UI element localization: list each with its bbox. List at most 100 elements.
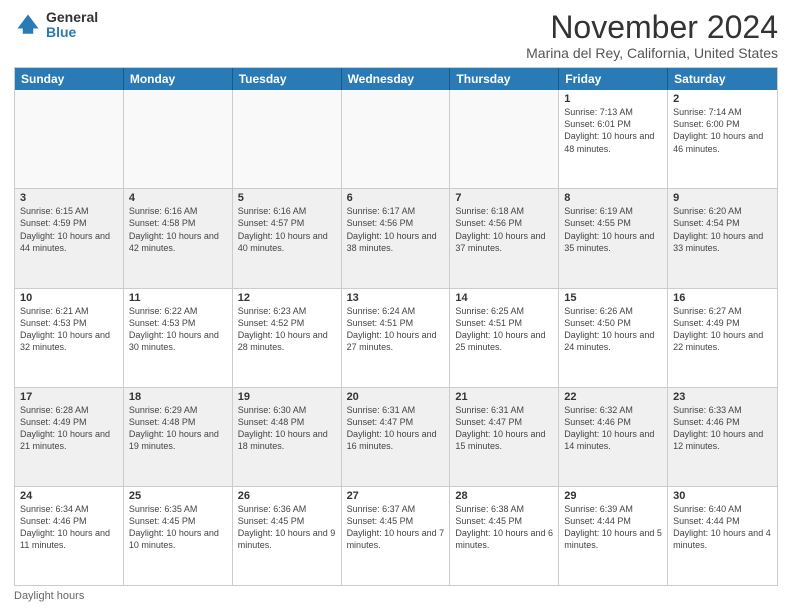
- cal-header-sunday: Sunday: [15, 68, 124, 90]
- day-number: 26: [238, 490, 336, 502]
- day-number: 7: [455, 192, 553, 204]
- day-info: Sunrise: 6:25 AM Sunset: 4:51 PM Dayligh…: [455, 305, 553, 354]
- cal-cell-day-8: 8Sunrise: 6:19 AM Sunset: 4:55 PM Daylig…: [559, 189, 668, 287]
- day-info: Sunrise: 6:20 AM Sunset: 4:54 PM Dayligh…: [673, 205, 772, 254]
- day-info: Sunrise: 7:13 AM Sunset: 6:01 PM Dayligh…: [564, 106, 662, 155]
- cal-cell-day-26: 26Sunrise: 6:36 AM Sunset: 4:45 PM Dayli…: [233, 487, 342, 585]
- day-info: Sunrise: 6:36 AM Sunset: 4:45 PM Dayligh…: [238, 503, 336, 552]
- day-number: 14: [455, 292, 553, 304]
- day-info: Sunrise: 6:29 AM Sunset: 4:48 PM Dayligh…: [129, 404, 227, 453]
- cal-cell-day-16: 16Sunrise: 6:27 AM Sunset: 4:49 PM Dayli…: [668, 289, 777, 387]
- day-number: 4: [129, 192, 227, 204]
- day-info: Sunrise: 6:15 AM Sunset: 4:59 PM Dayligh…: [20, 205, 118, 254]
- cal-cell-day-28: 28Sunrise: 6:38 AM Sunset: 4:45 PM Dayli…: [450, 487, 559, 585]
- day-info: Sunrise: 6:40 AM Sunset: 4:44 PM Dayligh…: [673, 503, 772, 552]
- day-number: 12: [238, 292, 336, 304]
- day-number: 22: [564, 391, 662, 403]
- cal-cell-day-5: 5Sunrise: 6:16 AM Sunset: 4:57 PM Daylig…: [233, 189, 342, 287]
- day-info: Sunrise: 6:21 AM Sunset: 4:53 PM Dayligh…: [20, 305, 118, 354]
- cal-cell-empty: [124, 90, 233, 188]
- cal-cell-day-6: 6Sunrise: 6:17 AM Sunset: 4:56 PM Daylig…: [342, 189, 451, 287]
- day-info: Sunrise: 6:31 AM Sunset: 4:47 PM Dayligh…: [347, 404, 445, 453]
- title-block: November 2024 Marina del Rey, California…: [526, 10, 778, 61]
- cal-cell-day-4: 4Sunrise: 6:16 AM Sunset: 4:58 PM Daylig…: [124, 189, 233, 287]
- cal-cell-day-29: 29Sunrise: 6:39 AM Sunset: 4:44 PM Dayli…: [559, 487, 668, 585]
- day-info: Sunrise: 6:19 AM Sunset: 4:55 PM Dayligh…: [564, 205, 662, 254]
- cal-cell-day-14: 14Sunrise: 6:25 AM Sunset: 4:51 PM Dayli…: [450, 289, 559, 387]
- cal-cell-day-24: 24Sunrise: 6:34 AM Sunset: 4:46 PM Dayli…: [15, 487, 124, 585]
- cal-cell-day-13: 13Sunrise: 6:24 AM Sunset: 4:51 PM Dayli…: [342, 289, 451, 387]
- cal-cell-day-15: 15Sunrise: 6:26 AM Sunset: 4:50 PM Dayli…: [559, 289, 668, 387]
- cal-cell-day-3: 3Sunrise: 6:15 AM Sunset: 4:59 PM Daylig…: [15, 189, 124, 287]
- cal-row-2: 3Sunrise: 6:15 AM Sunset: 4:59 PM Daylig…: [15, 189, 777, 288]
- day-number: 21: [455, 391, 553, 403]
- calendar-header: SundayMondayTuesdayWednesdayThursdayFrid…: [15, 68, 777, 90]
- cal-row-4: 17Sunrise: 6:28 AM Sunset: 4:49 PM Dayli…: [15, 388, 777, 487]
- cal-cell-day-25: 25Sunrise: 6:35 AM Sunset: 4:45 PM Dayli…: [124, 487, 233, 585]
- day-number: 1: [564, 93, 662, 105]
- month-title: November 2024: [526, 10, 778, 45]
- day-info: Sunrise: 6:24 AM Sunset: 4:51 PM Dayligh…: [347, 305, 445, 354]
- day-number: 19: [238, 391, 336, 403]
- footer-note: Daylight hours: [14, 590, 778, 602]
- day-info: Sunrise: 6:17 AM Sunset: 4:56 PM Dayligh…: [347, 205, 445, 254]
- day-info: Sunrise: 6:28 AM Sunset: 4:49 PM Dayligh…: [20, 404, 118, 453]
- day-number: 25: [129, 490, 227, 502]
- logo: General Blue: [14, 10, 98, 41]
- cal-header-tuesday: Tuesday: [233, 68, 342, 90]
- day-info: Sunrise: 6:30 AM Sunset: 4:48 PM Dayligh…: [238, 404, 336, 453]
- day-number: 17: [20, 391, 118, 403]
- cal-cell-empty: [15, 90, 124, 188]
- cal-row-3: 10Sunrise: 6:21 AM Sunset: 4:53 PM Dayli…: [15, 289, 777, 388]
- cal-cell-day-1: 1Sunrise: 7:13 AM Sunset: 6:01 PM Daylig…: [559, 90, 668, 188]
- logo-icon: [14, 11, 42, 39]
- day-info: Sunrise: 6:34 AM Sunset: 4:46 PM Dayligh…: [20, 503, 118, 552]
- day-number: 6: [347, 192, 445, 204]
- cal-cell-day-30: 30Sunrise: 6:40 AM Sunset: 4:44 PM Dayli…: [668, 487, 777, 585]
- page: General Blue November 2024 Marina del Re…: [0, 0, 792, 612]
- cal-cell-day-17: 17Sunrise: 6:28 AM Sunset: 4:49 PM Dayli…: [15, 388, 124, 486]
- day-info: Sunrise: 6:37 AM Sunset: 4:45 PM Dayligh…: [347, 503, 445, 552]
- day-info: Sunrise: 6:22 AM Sunset: 4:53 PM Dayligh…: [129, 305, 227, 354]
- cal-cell-day-19: 19Sunrise: 6:30 AM Sunset: 4:48 PM Dayli…: [233, 388, 342, 486]
- logo-general-text: General: [46, 10, 98, 25]
- cal-header-monday: Monday: [124, 68, 233, 90]
- cal-cell-day-10: 10Sunrise: 6:21 AM Sunset: 4:53 PM Dayli…: [15, 289, 124, 387]
- day-number: 20: [347, 391, 445, 403]
- day-number: 3: [20, 192, 118, 204]
- day-info: Sunrise: 6:16 AM Sunset: 4:58 PM Dayligh…: [129, 205, 227, 254]
- location: Marina del Rey, California, United State…: [526, 45, 778, 61]
- day-number: 9: [673, 192, 772, 204]
- cal-header-saturday: Saturday: [668, 68, 777, 90]
- day-info: Sunrise: 6:31 AM Sunset: 4:47 PM Dayligh…: [455, 404, 553, 453]
- day-number: 11: [129, 292, 227, 304]
- cal-cell-empty: [450, 90, 559, 188]
- day-number: 10: [20, 292, 118, 304]
- day-number: 23: [673, 391, 772, 403]
- day-number: 29: [564, 490, 662, 502]
- day-info: Sunrise: 6:16 AM Sunset: 4:57 PM Dayligh…: [238, 205, 336, 254]
- cal-cell-day-20: 20Sunrise: 6:31 AM Sunset: 4:47 PM Dayli…: [342, 388, 451, 486]
- cal-header-friday: Friday: [559, 68, 668, 90]
- day-number: 24: [20, 490, 118, 502]
- cal-cell-day-11: 11Sunrise: 6:22 AM Sunset: 4:53 PM Dayli…: [124, 289, 233, 387]
- day-info: Sunrise: 6:33 AM Sunset: 4:46 PM Dayligh…: [673, 404, 772, 453]
- calendar-body: 1Sunrise: 7:13 AM Sunset: 6:01 PM Daylig…: [15, 90, 777, 585]
- calendar: SundayMondayTuesdayWednesdayThursdayFrid…: [14, 67, 778, 586]
- cal-cell-day-9: 9Sunrise: 6:20 AM Sunset: 4:54 PM Daylig…: [668, 189, 777, 287]
- day-number: 16: [673, 292, 772, 304]
- day-number: 15: [564, 292, 662, 304]
- day-info: Sunrise: 6:18 AM Sunset: 4:56 PM Dayligh…: [455, 205, 553, 254]
- cal-cell-day-2: 2Sunrise: 7:14 AM Sunset: 6:00 PM Daylig…: [668, 90, 777, 188]
- cal-header-wednesday: Wednesday: [342, 68, 451, 90]
- day-info: Sunrise: 6:35 AM Sunset: 4:45 PM Dayligh…: [129, 503, 227, 552]
- cal-row-1: 1Sunrise: 7:13 AM Sunset: 6:01 PM Daylig…: [15, 90, 777, 189]
- day-number: 8: [564, 192, 662, 204]
- day-number: 13: [347, 292, 445, 304]
- day-info: Sunrise: 6:32 AM Sunset: 4:46 PM Dayligh…: [564, 404, 662, 453]
- cal-cell-day-27: 27Sunrise: 6:37 AM Sunset: 4:45 PM Dayli…: [342, 487, 451, 585]
- day-number: 5: [238, 192, 336, 204]
- cal-cell-day-23: 23Sunrise: 6:33 AM Sunset: 4:46 PM Dayli…: [668, 388, 777, 486]
- day-info: Sunrise: 6:38 AM Sunset: 4:45 PM Dayligh…: [455, 503, 553, 552]
- cal-cell-day-21: 21Sunrise: 6:31 AM Sunset: 4:47 PM Dayli…: [450, 388, 559, 486]
